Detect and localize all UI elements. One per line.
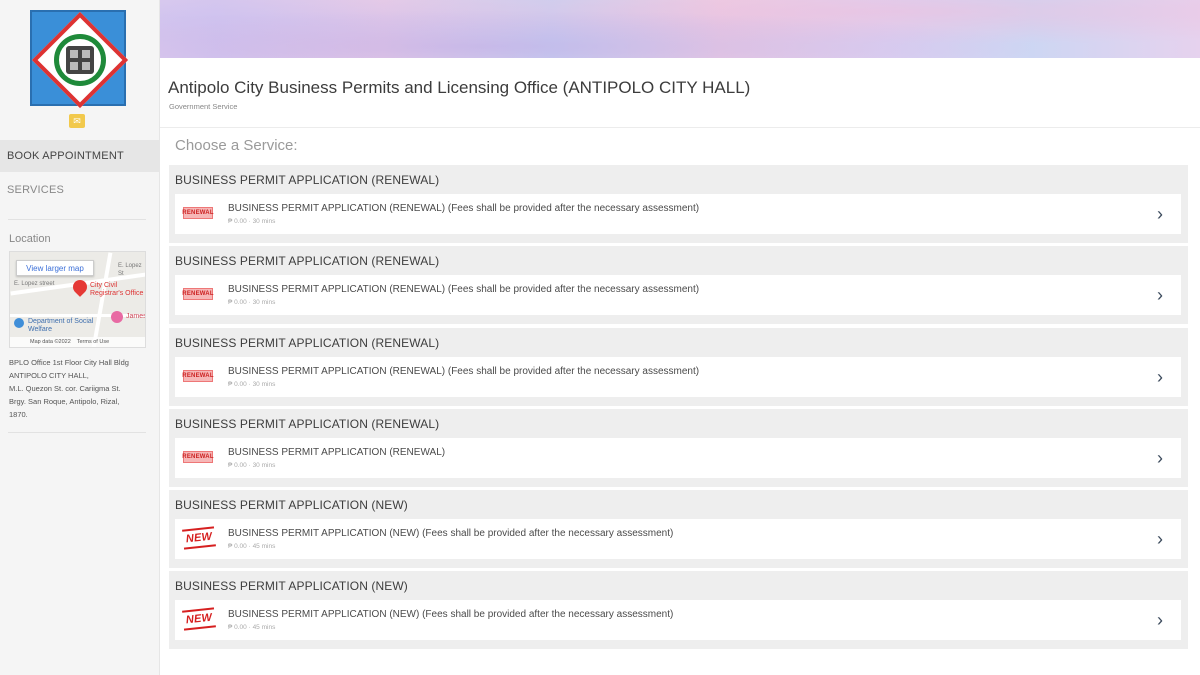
service-group: BUSINESS PERMIT APPLICATION (NEW) NEW BU…: [169, 571, 1188, 649]
service-meta: ₱ 0.00 · 45 mins: [228, 543, 276, 550]
renewal-badge-icon: RENEWAL: [182, 288, 214, 300]
service-group-title: BUSINESS PERMIT APPLICATION (NEW): [175, 498, 408, 512]
service-item[interactable]: RENEWAL BUSINESS PERMIT APPLICATION (REN…: [175, 194, 1181, 234]
service-name: BUSINESS PERMIT APPLICATION (RENEWAL): [228, 447, 446, 458]
address-block: BPLO Office 1st Floor City Hall Bldg ANT…: [9, 356, 154, 421]
new-badge-icon: NEW: [182, 607, 216, 631]
location-title: Location: [9, 233, 51, 245]
service-name: BUSINESS PERMIT APPLICATION (RENEWAL) (F…: [228, 203, 700, 214]
service-item[interactable]: RENEWAL BUSINESS PERMIT APPLICATION (REN…: [175, 275, 1181, 315]
service-group: BUSINESS PERMIT APPLICATION (NEW) NEW BU…: [169, 490, 1188, 568]
page-title: Antipolo City Business Permits and Licen…: [168, 78, 751, 97]
chevron-right-icon[interactable]: ›: [1157, 368, 1167, 386]
service-group: BUSINESS PERMIT APPLICATION (RENEWAL) RE…: [169, 409, 1188, 487]
service-name: BUSINESS PERMIT APPLICATION (RENEWAL) (F…: [228, 366, 700, 377]
chevron-right-icon[interactable]: ›: [1157, 611, 1167, 629]
nav-services[interactable]: SERVICES: [0, 174, 160, 206]
service-item[interactable]: NEW BUSINESS PERMIT APPLICATION (NEW) (F…: [175, 519, 1181, 559]
header-banner: [0, 0, 1200, 58]
map-poi-label: James: [126, 313, 146, 320]
service-meta: ₱ 0.00 · 30 mins: [228, 299, 276, 306]
map-street-label: E. Lopez St: [118, 263, 142, 277]
service-item[interactable]: RENEWAL BUSINESS PERMIT APPLICATION (REN…: [175, 438, 1181, 478]
map-data-text: Map data ©2022: [30, 339, 71, 345]
service-group-title: BUSINESS PERMIT APPLICATION (RENEWAL): [175, 417, 440, 431]
service-group: BUSINESS PERMIT APPLICATION (RENEWAL) RE…: [169, 246, 1188, 324]
chevron-right-icon[interactable]: ›: [1157, 449, 1167, 467]
address-line: 1870.: [9, 410, 28, 419]
map-street-label: E. Lopez street: [14, 281, 55, 287]
renewal-badge-icon: RENEWAL: [182, 451, 214, 463]
sidebar: ✉ BOOK APPOINTMENT SERVICES Location Vie…: [0, 0, 160, 675]
service-group-title: BUSINESS PERMIT APPLICATION (RENEWAL): [175, 254, 440, 268]
address-line: BPLO Office 1st Floor City Hall Bldg: [9, 358, 129, 367]
chevron-right-icon[interactable]: ›: [1157, 286, 1167, 304]
view-larger-map-link[interactable]: View larger map: [16, 260, 94, 276]
location-map[interactable]: View larger map E. Lopez St E. Lopez str…: [9, 251, 146, 348]
map-attribution: Map data ©2022 Terms of Use: [10, 337, 145, 347]
renewal-badge-icon: RENEWAL: [182, 370, 214, 382]
service-item[interactable]: NEW BUSINESS PERMIT APPLICATION (NEW) (F…: [175, 600, 1181, 640]
divider: [8, 219, 146, 220]
map-terms-link[interactable]: Terms of Use: [77, 339, 109, 345]
page-subtitle: Government Service: [169, 102, 238, 111]
service-meta: ₱ 0.00 · 45 mins: [228, 624, 276, 631]
service-group-title: BUSINESS PERMIT APPLICATION (RENEWAL): [175, 173, 440, 187]
service-group-title: BUSINESS PERMIT APPLICATION (NEW): [175, 579, 408, 593]
new-badge-icon: NEW: [182, 526, 216, 550]
nav-book-appointment[interactable]: BOOK APPOINTMENT: [0, 140, 160, 172]
address-line: Brgy. San Roque, Antipolo, Rizal,: [9, 397, 120, 406]
address-line: ANTIPOLO CITY HALL,: [9, 371, 89, 380]
service-group: BUSINESS PERMIT APPLICATION (RENEWAL) RE…: [169, 165, 1188, 243]
envelope-icon[interactable]: ✉: [69, 114, 85, 128]
service-group: BUSINESS PERMIT APPLICATION (RENEWAL) RE…: [169, 328, 1188, 406]
chevron-right-icon[interactable]: ›: [1157, 205, 1167, 223]
service-meta: ₱ 0.00 · 30 mins: [228, 218, 276, 225]
service-name: BUSINESS PERMIT APPLICATION (NEW) (Fees …: [228, 528, 674, 539]
service-meta: ₱ 0.00 · 30 mins: [228, 381, 276, 388]
address-line: M.L. Quezon St. cor. Cariigma St.: [9, 384, 121, 393]
map-dept-label: Department of Social Welfare: [28, 318, 94, 333]
page-header: Antipolo City Business Permits and Licen…: [160, 58, 1200, 128]
map-place-label: City Civil Registrar's Office: [90, 282, 144, 297]
chevron-right-icon[interactable]: ›: [1157, 530, 1167, 548]
renewal-badge-icon: RENEWAL: [182, 207, 214, 219]
service-name: BUSINESS PERMIT APPLICATION (NEW) (Fees …: [228, 609, 674, 620]
service-group-title: BUSINESS PERMIT APPLICATION (RENEWAL): [175, 336, 440, 350]
choose-service-heading: Choose a Service:: [175, 137, 298, 154]
map-poi-icon: [111, 311, 123, 323]
divider: [8, 432, 146, 433]
service-name: BUSINESS PERMIT APPLICATION (RENEWAL) (F…: [228, 284, 700, 295]
service-item[interactable]: RENEWAL BUSINESS PERMIT APPLICATION (REN…: [175, 357, 1181, 397]
office-logo: [30, 10, 129, 109]
map-poi-icon: [14, 318, 24, 328]
service-meta: ₱ 0.00 · 30 mins: [228, 462, 276, 469]
